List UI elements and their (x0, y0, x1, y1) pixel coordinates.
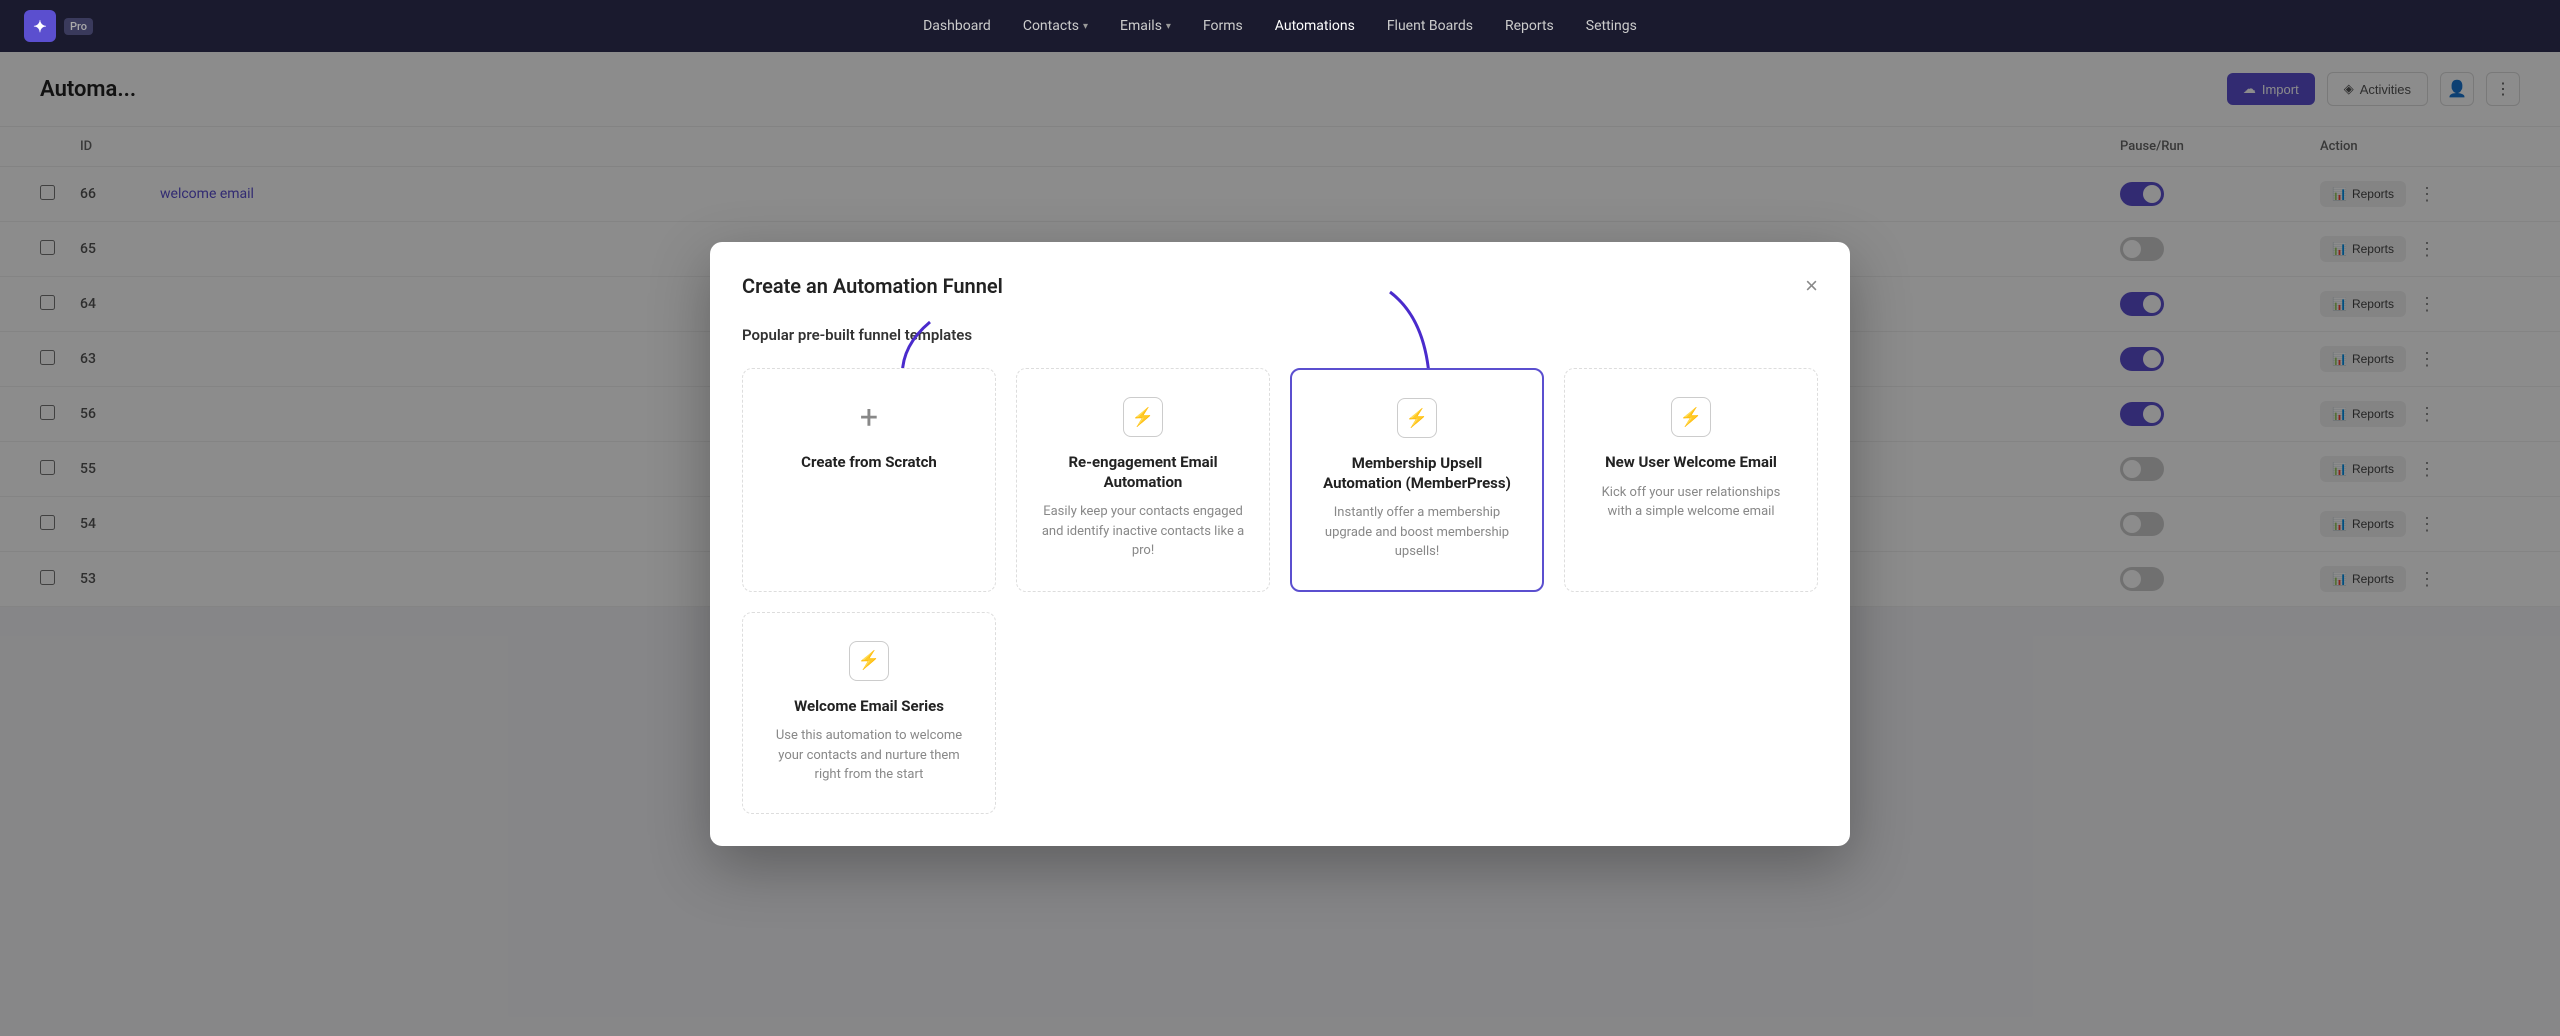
pro-badge: Pro (64, 18, 93, 35)
empty-slot-1 (1016, 612, 1270, 814)
template-card-welcome-series[interactable]: ⚡ Welcome Email Series Use this automati… (742, 612, 996, 814)
modal-title: Create an Automation Funnel (742, 274, 1003, 298)
template-title: New User Welcome Email (1589, 453, 1793, 473)
template-card-membership[interactable]: ⚡ Membership Upsell Automation (MemberPr… (1290, 368, 1544, 592)
empty-slot-2 (1290, 612, 1544, 814)
page-body: Automa... ☁ Import ◈ Activities 👤 ⋮ ID P… (0, 52, 2560, 1036)
bolt-icon: ⚡ (1123, 397, 1163, 437)
logo[interactable]: ✦ Pro (24, 10, 93, 42)
create-automation-modal: Create an Automation Funnel × Popular pr… (710, 242, 1850, 846)
nav-fluent-boards[interactable]: Fluent Boards (1387, 18, 1473, 34)
nav-dashboard[interactable]: Dashboard (923, 18, 991, 34)
nav-forms[interactable]: Forms (1203, 18, 1243, 34)
logo-icon: ✦ (24, 10, 56, 42)
templates-grid-row2: ⚡ Welcome Email Series Use this automati… (742, 612, 1818, 814)
template-title: Re-engagement Email Automation (1041, 453, 1245, 492)
modal-header: Create an Automation Funnel × (742, 274, 1818, 298)
plus-icon: + (849, 397, 889, 437)
chevron-down-icon: ▾ (1166, 21, 1171, 32)
nav-emails[interactable]: Emails ▾ (1120, 18, 1171, 34)
modal-overlay[interactable]: Create an Automation Funnel × Popular pr… (0, 52, 2560, 1036)
nav-links: Dashboard Contacts ▾ Emails ▾ Forms Auto… (923, 18, 1637, 34)
template-card-reengagement[interactable]: ⚡ Re-engagement Email Automation Easily … (1016, 368, 1270, 592)
modal-close-button[interactable]: × (1805, 275, 1818, 297)
nav-reports[interactable]: Reports (1505, 18, 1554, 34)
chevron-down-icon: ▾ (1083, 21, 1088, 32)
bolt-icon: ⚡ (1397, 398, 1437, 438)
bolt-icon: ⚡ (849, 641, 889, 681)
template-title: Welcome Email Series (767, 697, 971, 717)
nav-contacts[interactable]: Contacts ▾ (1023, 18, 1088, 34)
templates-grid-row1: + Create from Scratch ⚡ Re-engagement Em… (742, 368, 1818, 592)
modal-subtitle: Popular pre-built funnel templates (742, 326, 1818, 344)
nav-settings[interactable]: Settings (1586, 18, 1637, 34)
template-desc: Use this automation to welcome your cont… (767, 726, 971, 785)
bolt-icon: ⚡ (1671, 397, 1711, 437)
template-title: Membership Upsell Automation (MemberPres… (1316, 454, 1518, 493)
template-card-scratch[interactable]: + Create from Scratch (742, 368, 996, 592)
template-title: Create from Scratch (767, 453, 971, 473)
template-desc: Easily keep your contacts engaged and id… (1041, 502, 1245, 561)
nav-automations[interactable]: Automations (1275, 18, 1355, 34)
top-navigation: ✦ Pro Dashboard Contacts ▾ Emails ▾ Form… (0, 0, 2560, 52)
empty-slot-3 (1564, 612, 1818, 814)
template-card-new-user-welcome[interactable]: ⚡ New User Welcome Email Kick off your u… (1564, 368, 1818, 592)
template-desc: Kick off your user relationships with a … (1589, 483, 1793, 522)
template-desc: Instantly offer a membership upgrade and… (1316, 503, 1518, 562)
